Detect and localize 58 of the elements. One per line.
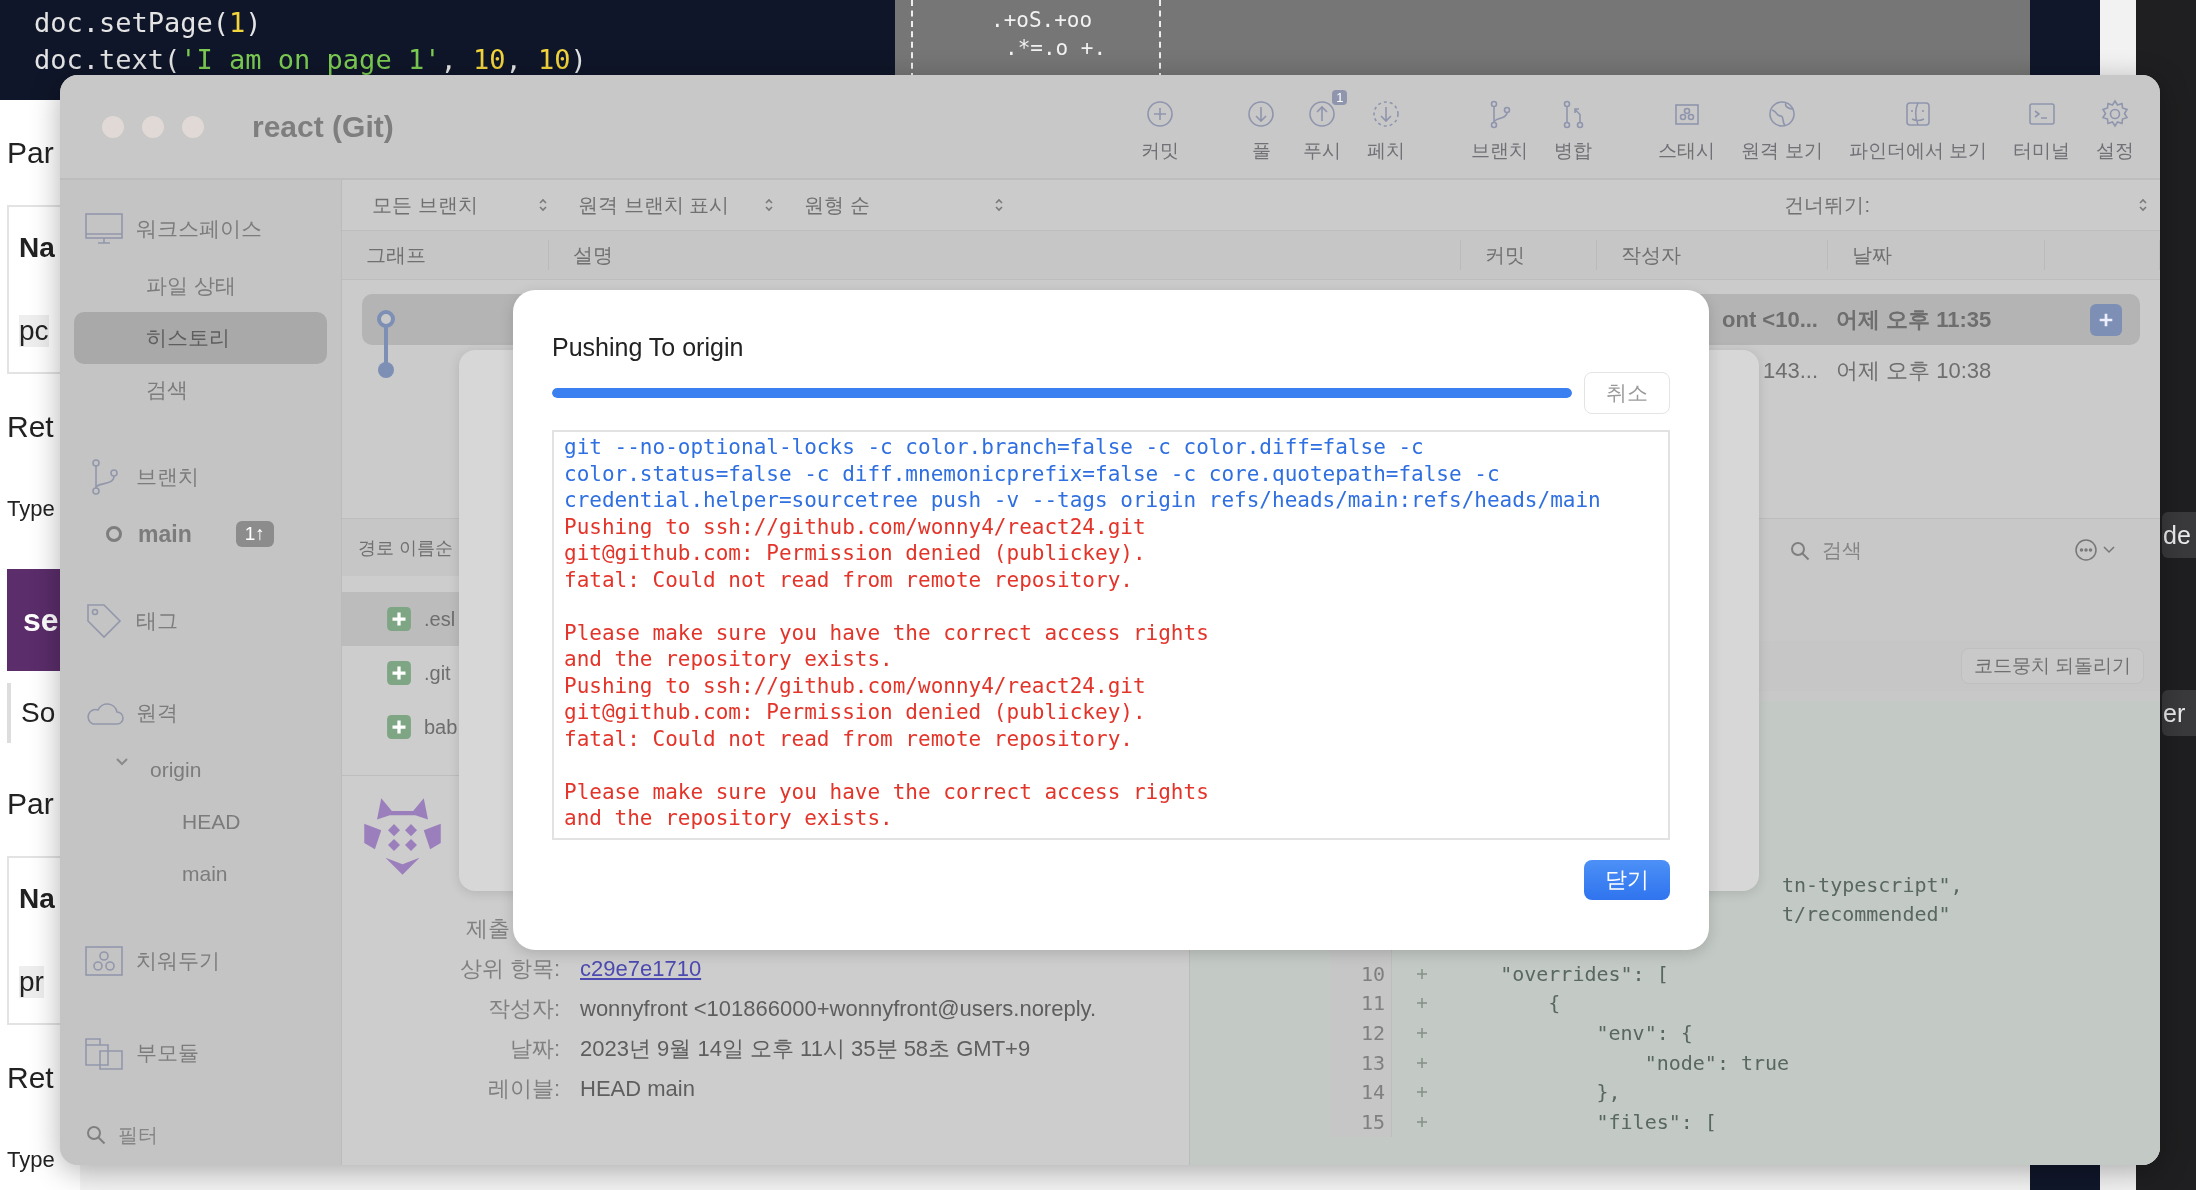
log-line: and the repository exists. bbox=[564, 646, 893, 673]
log-line: git@github.com: Permission denied (publickey). bbox=[564, 699, 1146, 726]
detail-value: 2023년 9월 14일 오후 11시 35분 58초 GMT+9 bbox=[580, 1036, 1031, 1061]
page-heading: Ret bbox=[7, 410, 54, 443]
code-text: "env": { bbox=[1595, 1021, 1693, 1046]
dialog-title: Pushing To origin bbox=[552, 332, 744, 363]
author-cell-text: 143... bbox=[1761, 357, 1819, 384]
log-line: git@github.com: Permission denied (publickey). bbox=[564, 540, 1146, 567]
ahead-badge: 1↑ bbox=[235, 521, 274, 547]
date-cell-text: 어제 오후 11:35 bbox=[1835, 305, 1993, 334]
terminal-line: .*=.o +. bbox=[1005, 35, 1107, 62]
table-header: Na bbox=[19, 232, 55, 265]
line-number: 11 bbox=[1360, 991, 1385, 1016]
jump-label: 건너뛰기: bbox=[1784, 192, 1870, 218]
terminal-line: .+oS.+oo bbox=[991, 7, 1093, 34]
window-title: react (Git) bbox=[252, 109, 394, 144]
log-line: fatal: Could not read from remote repository. bbox=[564, 566, 1133, 593]
code-text: "node": true bbox=[1643, 1050, 1790, 1075]
detail-label: 날짜: bbox=[509, 1036, 560, 1061]
line-number: 13 bbox=[1360, 1050, 1385, 1075]
log-line: fatal: Could not read from remote repository. bbox=[564, 725, 1133, 752]
line-number: 14 bbox=[1360, 1080, 1385, 1105]
code-text: { bbox=[1547, 991, 1561, 1016]
page-heading: Par bbox=[7, 787, 54, 820]
log-line: git --no-optional-locks -c color.branch=false -c color.diff=false -c bbox=[564, 434, 1424, 461]
line-number: 10 bbox=[1360, 961, 1385, 986]
line-number: 15 bbox=[1360, 1110, 1385, 1135]
code-line: doc.text('I am on page 1', 10, 10) bbox=[34, 43, 587, 77]
table-cell: pr bbox=[19, 965, 44, 998]
table-cell: pc bbox=[19, 314, 49, 347]
log-line: Please make sure you have the correct access rights bbox=[564, 778, 1209, 805]
page-text: Type bbox=[7, 496, 55, 521]
author-cell-text: ont <10... bbox=[1721, 306, 1819, 333]
page-text: Type bbox=[7, 1147, 55, 1172]
log-line: and the repository exists. bbox=[564, 805, 893, 832]
page-heading: Par bbox=[7, 136, 54, 169]
log-line: Pushing to ssh://github.com/wonny4/react24.git bbox=[564, 513, 1146, 540]
detail-label: 상위 항목: bbox=[459, 956, 560, 981]
detail-value: HEAD main bbox=[580, 1076, 695, 1101]
line-number: 12 bbox=[1360, 1021, 1385, 1046]
log-line: credential.helper=sourcetree push -v --tags origin refs/heads/main:refs/heads/main bbox=[564, 487, 1601, 514]
code-line: doc.setPage(1) bbox=[34, 6, 262, 40]
detail-value: wonnyfront <101866000+wonnyfront@users.noreply. bbox=[580, 996, 1097, 1021]
code-text: t/recommended" bbox=[1782, 902, 1951, 927]
page-heading: Ret bbox=[7, 1061, 54, 1094]
count-badge: 1 bbox=[1332, 89, 1348, 105]
detail-label: 작성자: bbox=[487, 996, 560, 1021]
code-text: tn-typescript", bbox=[1782, 872, 1963, 897]
date-cell-text: 어제 오후 10:38 bbox=[1835, 356, 1993, 385]
code-text: }, bbox=[1595, 1080, 1621, 1105]
table-header: Na bbox=[19, 883, 55, 916]
code-text: "overrides": [ bbox=[1499, 961, 1669, 986]
detail-label: 레이블: bbox=[487, 1076, 560, 1101]
log-line: Pushing to ssh://github.com/wonny4/react24.git bbox=[564, 672, 1146, 699]
log-line: Please make sure you have the correct access rights bbox=[564, 619, 1209, 646]
log-line: color.status=false -c diff.mnemonicprefix=false -c core.quotepath=false -c bbox=[564, 460, 1500, 487]
detail-label: 제출 bbox=[466, 916, 510, 941]
code-text: "files": [ bbox=[1595, 1110, 1717, 1135]
